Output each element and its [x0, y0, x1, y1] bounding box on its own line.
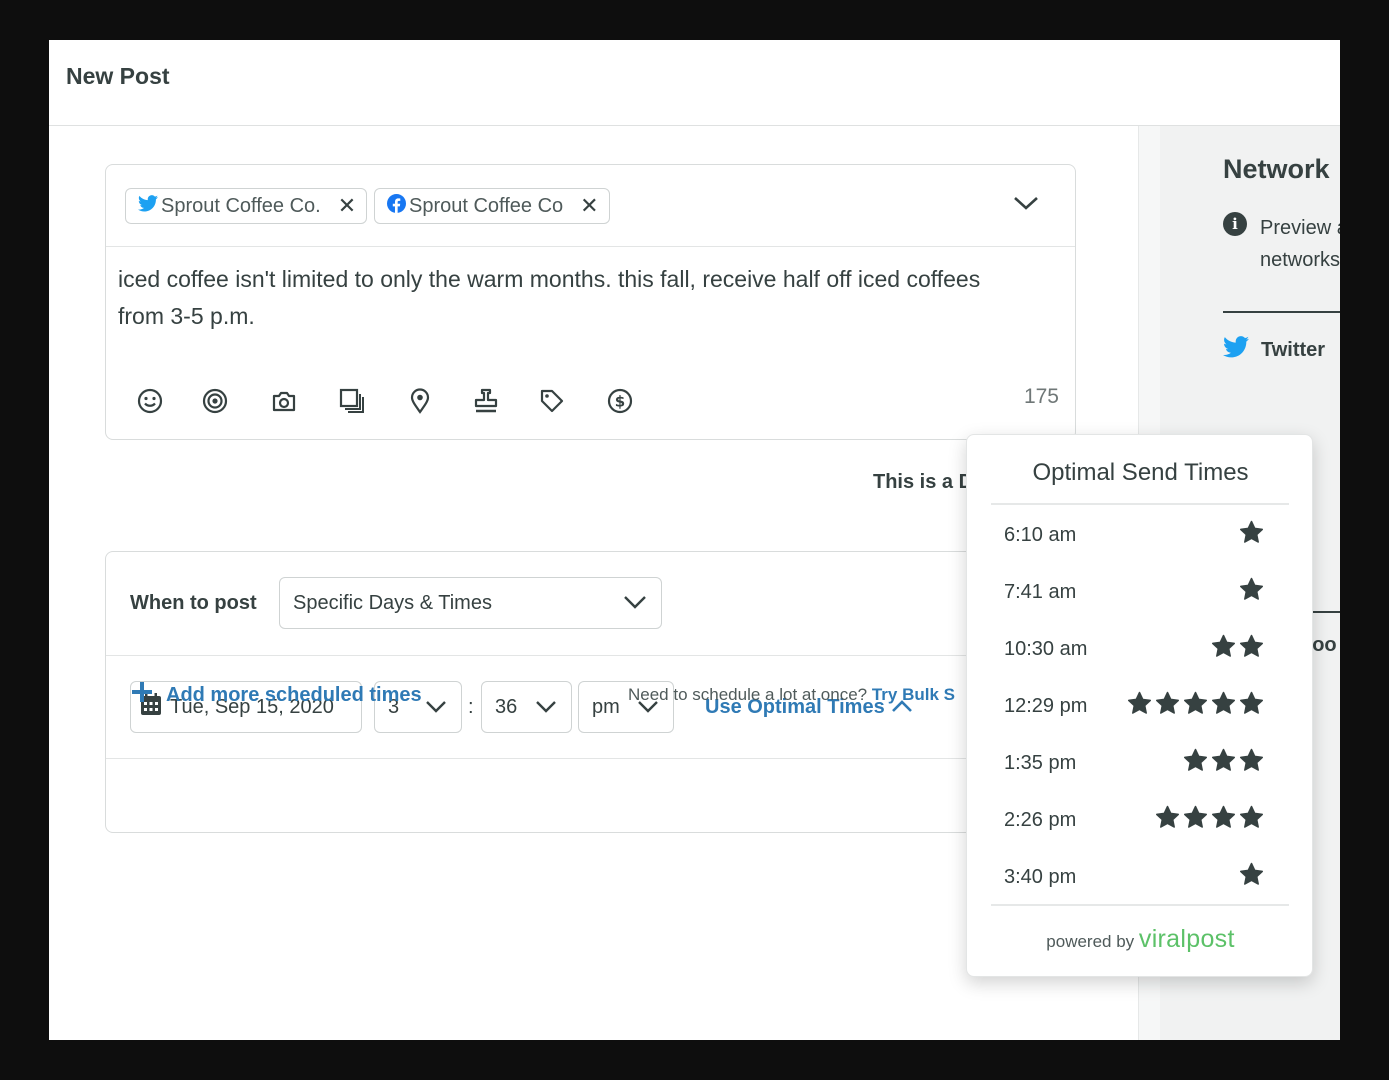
twitter-label: Twitter	[1261, 338, 1326, 361]
optimal-time-label: 3:40 pm	[1004, 865, 1077, 888]
powered-by: powered by viralpost	[1046, 925, 1235, 953]
optimal-time-option[interactable]: 3:40 pm	[1004, 857, 1264, 897]
star-rating	[1239, 577, 1264, 607]
star-icon	[1239, 577, 1264, 607]
optimal-time-label: 7:41 am	[1004, 580, 1077, 603]
chevron-down-icon[interactable]	[1013, 195, 1039, 216]
dollar-icon[interactable]: $	[606, 387, 634, 415]
star-icon	[1183, 691, 1208, 721]
optimal-time-option[interactable]: 2:26 pm	[1004, 800, 1264, 840]
profile-name: Sprout Coffee Co	[409, 194, 564, 217]
optimal-time-label: 10:30 am	[1004, 637, 1088, 660]
svg-text:$: $	[615, 393, 625, 411]
message-textarea[interactable]: iced coffee isn't limited to only the wa…	[118, 261, 1018, 335]
when-to-post-label: When to post	[130, 592, 257, 614]
character-count: 175	[1023, 385, 1059, 408]
star-rating	[1211, 634, 1264, 664]
star-rating	[1239, 520, 1264, 550]
profile-chip-facebook[interactable]: Sprout Coffee Co ✕	[374, 188, 610, 224]
star-icon	[1239, 748, 1264, 778]
popover-title: Optimal Send Times	[1032, 459, 1249, 486]
page-title: New Post	[66, 63, 170, 89]
viralpost-logo: viralpost	[1138, 925, 1235, 953]
optimal-time-option[interactable]: 7:41 am	[1004, 572, 1264, 612]
star-icon	[1239, 805, 1264, 835]
bulk-scheduler-link[interactable]: Try Bulk S	[872, 685, 955, 704]
twitter-preview-tab[interactable]: Twitter	[1223, 336, 1325, 364]
star-icon	[1155, 691, 1180, 721]
star-icon	[1183, 748, 1208, 778]
tag-icon[interactable]	[538, 387, 566, 415]
stamp-icon[interactable]	[472, 387, 500, 415]
profile-selector[interactable]: Sprout Coffee Co. ✕ Sprout Coffee Co ✕	[106, 165, 1075, 247]
divider	[1223, 311, 1340, 313]
optimal-time-option[interactable]: 6:10 am	[1004, 515, 1264, 555]
profile-name: Sprout Coffee Co.	[161, 194, 321, 217]
time-separator: :	[468, 696, 474, 718]
star-icon	[1239, 520, 1264, 550]
bulk-schedule-hint: Need to schedule a lot at once? Try Bulk…	[628, 685, 955, 704]
location-icon[interactable]	[406, 387, 434, 415]
chevron-down-icon	[623, 592, 647, 615]
preview-description: Preview a networks	[1260, 217, 1340, 271]
emoji-icon[interactable]	[136, 387, 164, 415]
target-icon[interactable]	[201, 387, 229, 415]
star-icon	[1127, 691, 1152, 721]
star-icon	[1239, 862, 1264, 892]
star-rating	[1239, 862, 1264, 892]
star-rating	[1155, 805, 1264, 835]
chevron-down-icon	[535, 696, 557, 719]
composer-toolbar: $	[136, 387, 634, 415]
when-to-post-select[interactable]: Specific Days & Times	[279, 577, 662, 629]
optimal-time-label: 6:10 am	[1004, 523, 1077, 546]
optimal-time-option[interactable]: 10:30 am	[1004, 629, 1264, 669]
twitter-icon	[138, 194, 158, 218]
star-icon	[1211, 805, 1236, 835]
minute-select[interactable]: 36	[481, 681, 572, 733]
star-rating	[1127, 691, 1264, 721]
facebook-icon	[387, 193, 406, 219]
twitter-icon	[1223, 336, 1249, 364]
remove-profile-icon[interactable]: ✕	[580, 193, 598, 219]
profile-chip-twitter[interactable]: Sprout Coffee Co. ✕	[125, 188, 368, 224]
star-icon	[1211, 748, 1236, 778]
camera-icon[interactable]	[270, 387, 298, 415]
optimal-time-option[interactable]: 12:29 pm	[1004, 686, 1264, 726]
optimal-time-label: 2:26 pm	[1004, 808, 1077, 831]
star-icon	[1239, 691, 1264, 721]
notice-text: This is a D	[873, 471, 974, 493]
divider	[991, 503, 1289, 505]
when-to-post-row: When to post Specific Days & Times	[106, 552, 1075, 656]
chevron-down-icon	[425, 696, 447, 719]
optimal-send-times-popover: Optimal Send Times 6:10 am 7:41 am 10:30 a…	[966, 434, 1313, 977]
star-rating	[1183, 748, 1264, 778]
plus-icon	[130, 680, 154, 710]
add-scheduled-times-button[interactable]: Add more scheduled times	[130, 680, 422, 710]
star-icon	[1155, 805, 1180, 835]
optimal-time-option[interactable]: 1:35 pm	[1004, 743, 1264, 783]
star-icon	[1183, 805, 1208, 835]
info-icon: i	[1223, 212, 1247, 236]
scheduling-panel: When to post Specific Days & Times Tue, …	[105, 551, 1076, 833]
divider	[991, 904, 1289, 906]
message-composer: Sprout Coffee Co. ✕ Sprout Coffee Co ✕ i…	[105, 164, 1076, 440]
network-preview-title: Network	[1223, 154, 1330, 184]
remove-profile-icon[interactable]: ✕	[338, 193, 356, 219]
star-icon	[1211, 634, 1236, 664]
optimal-time-label: 1:35 pm	[1004, 751, 1077, 774]
gallery-icon[interactable]	[338, 387, 366, 415]
header: New Post	[49, 40, 1340, 126]
star-icon	[1239, 634, 1264, 664]
optimal-time-label: 12:29 pm	[1004, 694, 1088, 717]
star-icon	[1211, 691, 1236, 721]
